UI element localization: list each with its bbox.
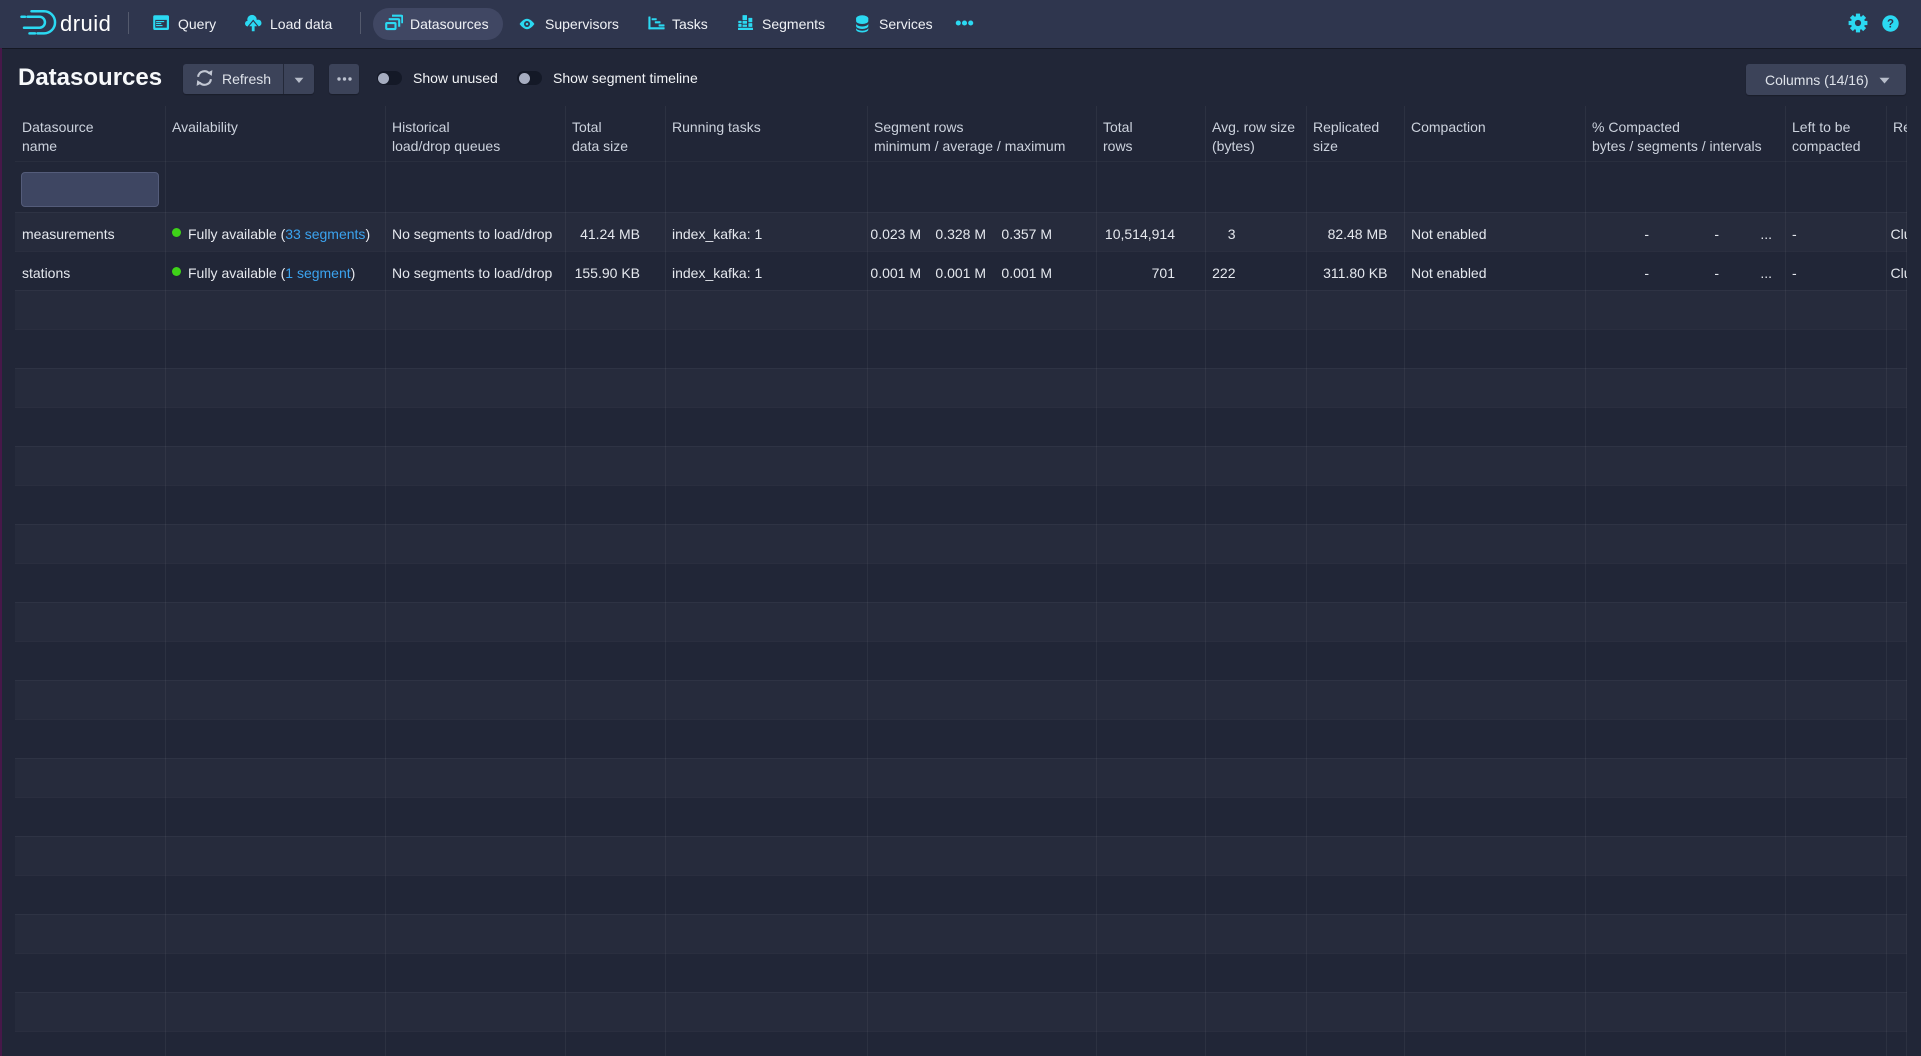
- svg-text:?: ?: [1887, 18, 1894, 30]
